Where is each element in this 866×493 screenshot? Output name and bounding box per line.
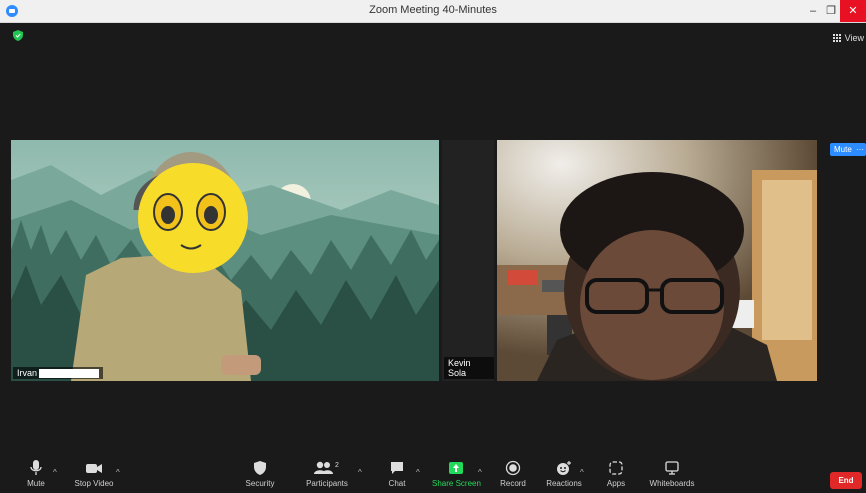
participant-name-tag: Irvan [13, 366, 104, 379]
participants-options-chevron-icon[interactable]: ^ [358, 468, 362, 477]
more-options-button[interactable]: ··· [854, 143, 866, 156]
security-button[interactable]: Security [243, 460, 277, 488]
redacted-name-block [39, 369, 100, 378]
share-screen-label: Share Screen [432, 479, 481, 488]
title-bar: Zoom Meeting 40-Minutes – ❐ ✕ [0, 0, 866, 23]
mute-label: Mute [27, 479, 45, 488]
video-camera-icon [86, 464, 102, 473]
end-meeting-button[interactable]: End [830, 472, 862, 489]
video-options-chevron-icon[interactable]: ^ [116, 468, 120, 477]
share-options-chevron-icon[interactable]: ^ [478, 468, 482, 477]
reactions-label: Reactions [546, 479, 582, 488]
participants-label: Participants [306, 479, 348, 488]
apps-label: Apps [606, 479, 626, 488]
window-title: Zoom Meeting 40-Minutes [369, 4, 497, 16]
stop-video-label: Stop Video [74, 479, 114, 488]
camera-feed-image [497, 140, 817, 381]
security-label: Security [245, 479, 275, 488]
share-screen-button[interactable]: Share Screen [432, 460, 481, 488]
virtual-background-image [11, 140, 439, 381]
view-button[interactable]: View [832, 30, 866, 46]
participants-button[interactable]: 2 Participants [305, 460, 349, 488]
whiteboards-button[interactable]: Whiteboards [648, 460, 696, 488]
view-label: View [844, 33, 864, 43]
record-button[interactable]: Record [498, 460, 528, 488]
grid-view-icon [832, 33, 842, 43]
close-button[interactable]: ✕ [840, 0, 866, 22]
restore-button[interactable]: ❐ [822, 0, 840, 22]
meeting-toolbar: Mute ^ Stop Video ^ Security 2 Participa… [0, 460, 866, 493]
participant-name: Kevin Sola [448, 358, 471, 378]
share-screen-icon [449, 462, 463, 474]
apps-button[interactable]: Apps [604, 460, 628, 488]
participant-video-kevin-sola[interactable]: Kevin Sola [442, 140, 494, 381]
apps-icon [609, 461, 623, 475]
participants-count: 2 [335, 462, 339, 469]
participant-video-irvan[interactable]: Irvan [11, 140, 439, 381]
microphone-icon [30, 460, 42, 475]
record-icon [505, 460, 521, 476]
participant-name: Irvan [17, 367, 38, 378]
record-label: Record [500, 479, 526, 488]
minimize-button[interactable]: – [804, 0, 822, 22]
participant-video-camera[interactable] [497, 140, 817, 381]
stop-video-button[interactable]: Stop Video [70, 460, 118, 488]
chat-bubble-icon [391, 462, 403, 474]
mute-button[interactable]: Mute [22, 460, 50, 488]
reactions-button[interactable]: Reactions [544, 460, 584, 488]
audio-options-chevron-icon[interactable]: ^ [53, 468, 57, 477]
chat-button[interactable]: Chat [385, 460, 409, 488]
chat-options-chevron-icon[interactable]: ^ [416, 468, 420, 477]
participants-icon: 2 [314, 461, 339, 474]
participant-name-tag: Kevin Sola [444, 357, 494, 379]
security-shield-icon [254, 461, 266, 475]
reactions-smiley-icon [557, 461, 571, 475]
whiteboard-icon [665, 461, 679, 475]
encryption-shield-icon[interactable] [13, 30, 23, 41]
reactions-options-chevron-icon[interactable]: ^ [580, 468, 584, 477]
whiteboards-label: Whiteboards [649, 479, 695, 488]
mute-participant-button[interactable]: Mute [830, 143, 856, 156]
chat-label: Chat [388, 479, 406, 488]
